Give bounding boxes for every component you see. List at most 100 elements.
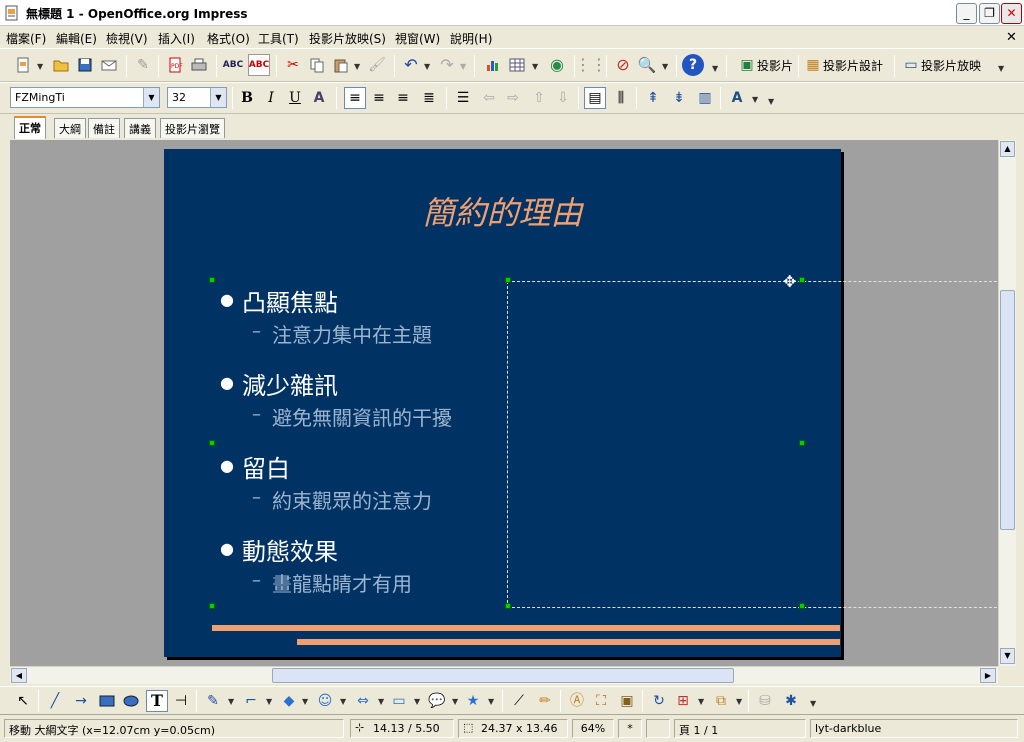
selection-handle[interactable] [209, 277, 215, 283]
clone-formatting-icon[interactable]: 🖌 [366, 54, 388, 76]
slideshow-button[interactable]: 投影片放映 [921, 57, 981, 74]
toolbar-options-icon[interactable]: ▼ [712, 64, 718, 73]
bullet-main-2[interactable]: 減少雜訊 [242, 366, 338, 401]
line-arrow-icon[interactable]: → [70, 690, 92, 712]
symbol-shapes-icon[interactable]: ☺ [314, 690, 336, 712]
bullet-sub-1[interactable]: 注意力集中在主題 [272, 319, 432, 348]
bold-button[interactable]: B [236, 87, 258, 109]
selection-handle[interactable] [799, 603, 805, 609]
undo-icon[interactable]: ↶ [400, 54, 422, 76]
redo-icon[interactable]: ↷ [436, 54, 458, 76]
selection-handle[interactable] [799, 440, 805, 446]
toolbar-options-icon-2[interactable]: ▼ [998, 64, 1004, 73]
scroll-up-arrow-icon[interactable]: ▲ [1000, 141, 1015, 157]
increase-spacing-icon[interactable]: ⇞ [642, 87, 664, 109]
table-icon[interactable] [506, 54, 528, 76]
rotate-icon[interactable]: ↻ [648, 690, 670, 712]
vertical-scrollbar[interactable]: ▲ ▼ [998, 140, 1016, 666]
bullet-main-1[interactable]: 凸顯焦點 [242, 283, 338, 318]
table-dropdown-icon[interactable]: ▼ [532, 62, 538, 71]
tab-notes[interactable]: 備註 [88, 118, 120, 138]
selection-handle[interactable] [209, 603, 215, 609]
callouts-icon[interactable]: 💬 [426, 690, 448, 712]
alignment-dropdown-icon[interactable]: ▼ [698, 697, 704, 706]
callouts-dropdown-icon[interactable]: ▼ [452, 697, 458, 706]
paragraph-icon[interactable]: ▥ [694, 87, 716, 109]
menu-slideshow[interactable]: 投影片放映(S) [309, 30, 386, 47]
tab-slide-sorter[interactable]: 投影片瀏覽 [160, 118, 225, 138]
text-tool-icon[interactable]: T [146, 690, 168, 712]
interaction-icon[interactable]: ✱ [780, 690, 802, 712]
selection-handle[interactable] [505, 603, 511, 609]
tab-normal[interactable]: 正常 [14, 116, 46, 139]
menu-help[interactable]: 說明(H) [450, 30, 492, 47]
arrow-left-icon[interactable]: ⇦ [478, 87, 500, 109]
slide-icon[interactable]: ▣ [736, 54, 758, 76]
from-file-icon[interactable]: ⛶ [590, 690, 612, 712]
slide-design-button[interactable]: 投影片設計 [823, 57, 883, 74]
flowchart-dropdown-icon[interactable]: ▼ [414, 697, 420, 706]
flowchart-icon[interactable]: ▭ [388, 690, 410, 712]
selection-handle[interactable] [505, 277, 511, 283]
restore-button[interactable]: ❐ [979, 3, 1000, 24]
help-icon[interactable]: ? [682, 54, 704, 76]
gallery-icon[interactable]: ▣ [616, 690, 638, 712]
selection-handle[interactable] [209, 440, 215, 446]
font-name-combo[interactable]: FZMingTi ▼ [10, 87, 160, 108]
selection-handle[interactable] [799, 277, 805, 283]
shadow-text-button[interactable]: A [308, 87, 330, 109]
horizontal-scrollbar[interactable]: ◀ ▶ [10, 666, 998, 684]
line-icon[interactable]: ╱ [44, 690, 66, 712]
open-folder-icon[interactable] [50, 54, 72, 76]
fontwork-icon[interactable]: Ⓐ [566, 690, 588, 712]
undo-dropdown-icon[interactable]: ▼ [424, 62, 430, 71]
close-window-button[interactable]: ✕ [1001, 3, 1022, 24]
tab-handout[interactable]: 講義 [124, 118, 156, 138]
scroll-down-arrow-icon[interactable]: ▼ [1000, 648, 1015, 664]
menu-tools[interactable]: 工具(T) [258, 30, 299, 47]
email-icon[interactable] [98, 54, 120, 76]
arrange-dropdown-icon[interactable]: ▼ [736, 697, 742, 706]
print-icon[interactable] [188, 54, 210, 76]
arrow-down-icon[interactable]: ⇩ [552, 87, 574, 109]
save-icon[interactable] [74, 54, 96, 76]
font-color-icon[interactable]: A [726, 87, 748, 109]
copy-icon[interactable] [306, 54, 328, 76]
bullet-sub-2[interactable]: 避免無關資訊的干擾 [272, 402, 452, 431]
toolbar-options-icon-4[interactable]: ▼ [810, 699, 816, 708]
minimize-button[interactable]: _ [956, 3, 977, 24]
close-document-icon[interactable]: ✕ [1006, 30, 1017, 45]
symbol-shapes-dropdown-icon[interactable]: ▼ [340, 697, 346, 706]
navigator-globe-icon[interactable]: ◉ [546, 54, 568, 76]
basic-shapes-icon[interactable]: ◆ [278, 690, 300, 712]
bullets-icon[interactable]: ☰ [452, 87, 474, 109]
extrusion-icon[interactable]: ⛁ [754, 690, 776, 712]
font-color-dropdown-icon[interactable]: ▼ [752, 95, 758, 104]
block-arrows-icon[interactable]: ⇔ [352, 690, 374, 712]
justify-button[interactable]: ≣ [418, 87, 440, 109]
redo-dropdown-icon[interactable]: ▼ [460, 62, 466, 71]
text-direction-vertical-icon[interactable]: ⫼ [610, 87, 632, 109]
block-arrows-dropdown-icon[interactable]: ▼ [378, 697, 384, 706]
text-direction-horizontal-icon[interactable]: ▤ [584, 87, 606, 109]
cut-icon[interactable]: ✂ [282, 54, 304, 76]
bullet-main-3[interactable]: 留白 [242, 449, 290, 484]
decrease-spacing-icon[interactable]: ⇟ [668, 87, 690, 109]
horizontal-scroll-thumb[interactable] [272, 668, 734, 683]
grid-icon[interactable]: ⋮⋮ [575, 54, 607, 76]
menu-view[interactable]: 檢視(V) [106, 30, 148, 47]
zoom-icon[interactable]: 🔍 [636, 54, 658, 76]
alignment-icon[interactable]: ⊞ [672, 690, 694, 712]
chevron-down-icon[interactable]: ▼ [210, 88, 226, 107]
connector-dropdown-icon[interactable]: ▼ [266, 697, 272, 706]
slide-title[interactable]: 簡約的理由 [164, 188, 841, 234]
arrange-icon[interactable]: ⧉ [710, 690, 732, 712]
basic-shapes-dropdown-icon[interactable]: ▼ [302, 697, 308, 706]
font-size-combo[interactable]: 32 ▼ [167, 87, 227, 108]
align-right-button[interactable]: ≡ [392, 87, 414, 109]
new-document-icon[interactable] [12, 54, 34, 76]
scroll-right-arrow-icon[interactable]: ▶ [980, 668, 996, 683]
new-dropdown-icon[interactable]: ▼ [37, 62, 43, 71]
paste-icon[interactable] [330, 54, 352, 76]
chart-icon[interactable] [482, 54, 504, 76]
